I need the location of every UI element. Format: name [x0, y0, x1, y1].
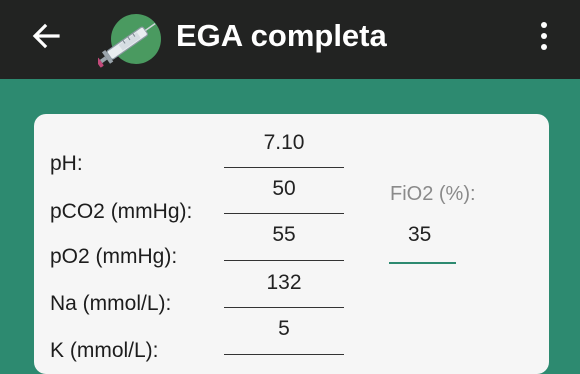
page-title: EGA completa — [176, 18, 387, 53]
fio2-label: FiO2 (%): — [390, 183, 476, 205]
pco2-label: pCO2 (mmHg): — [50, 200, 193, 223]
pco2-input-underline — [224, 213, 344, 214]
fio2-input-underline — [389, 262, 456, 264]
header-band — [0, 79, 580, 115]
ph-input-underline — [224, 167, 344, 168]
arrow-left-icon[interactable] — [28, 18, 64, 54]
ph-label: pH: — [50, 152, 83, 175]
k-input[interactable]: 5 — [224, 316, 344, 342]
po2-input-underline — [224, 260, 344, 261]
na-label: Na (mmol/L): — [50, 292, 172, 315]
more-vert-icon[interactable] — [532, 18, 556, 54]
k-input-underline — [224, 354, 344, 355]
na-input[interactable]: 132 — [224, 270, 344, 296]
po2-label: pO2 (mmHg): — [50, 245, 178, 268]
syringe-icon — [98, 14, 161, 68]
pco2-input[interactable]: 50 — [224, 176, 344, 202]
po2-input[interactable]: 55 — [224, 222, 344, 248]
fio2-input[interactable]: 35 — [408, 222, 431, 248]
app-bar: EGA completa — [0, 0, 580, 79]
ph-input[interactable]: 7.10 — [224, 130, 344, 156]
k-label: K (mmol/L): — [50, 339, 159, 362]
na-input-underline — [224, 307, 344, 308]
